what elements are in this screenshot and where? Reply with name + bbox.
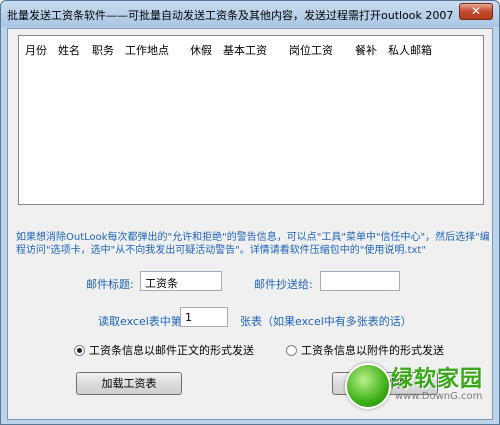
watermark-url: www.DownG.com — [395, 391, 483, 402]
radio-send-as-attachment-label: 工资条信息以附件的形式发送 — [301, 344, 444, 357]
outlook-warning-hint: 如果想消除OutLook每次都弹出的"允许和拒绝"的警告信息，可以点"工具"菜单… — [16, 232, 490, 256]
radio-send-as-attachment[interactable]: 工资条信息以附件的形式发送 — [286, 342, 444, 358]
radio-button-unselected[interactable] — [286, 344, 297, 356]
sheet-label-suffix: 张表（如果excel中有多张表的话） — [240, 315, 412, 328]
title-bar[interactable]: 批量发送工资条软件——可批量自动发送工资条及其他内容，发送过程需打开outloo… — [1, 1, 499, 27]
column-header-position[interactable]: 职务 — [92, 42, 114, 58]
column-header-base-salary[interactable]: 基本工资 — [223, 42, 267, 58]
salary-table[interactable]: 月份 姓名 职务 工作地点 休假 基本工资 岗位工资 餐补 私人邮箱 — [18, 35, 484, 205]
radio-send-as-body[interactable]: 工资条信息以邮件正文的形式发送 — [74, 342, 254, 358]
radio-send-as-body-label: 工资条信息以邮件正文的形式发送 — [89, 344, 254, 357]
brand-logo-icon — [345, 363, 391, 409]
window-title: 批量发送工资条软件——可批量自动发送工资条及其他内容，发送过程需打开outloo… — [7, 9, 454, 22]
close-button[interactable]: ✕ — [459, 3, 493, 20]
column-header-location[interactable]: 工作地点 — [125, 42, 169, 58]
watermark-brand: 绿软家园 — [391, 367, 484, 392]
main-window: 批量发送工资条软件——可批量自动发送工资条及其他内容，发送过程需打开outloo… — [0, 0, 500, 425]
subject-input[interactable]: 工资条 — [140, 271, 222, 291]
column-header-month[interactable]: 月份 — [25, 42, 47, 58]
column-header-email[interactable]: 私人邮箱 — [388, 42, 432, 58]
column-header-meal[interactable]: 餐补 — [355, 42, 377, 58]
column-header-position-salary[interactable]: 岗位工资 — [289, 42, 333, 58]
cc-input[interactable] — [320, 271, 400, 291]
column-header-leave[interactable]: 休假 — [190, 42, 212, 58]
column-header-name[interactable]: 姓名 — [58, 42, 80, 58]
sheet-number-input[interactable]: 1 — [180, 307, 228, 327]
site-watermark: 绿软家园 www.DownG.com — [339, 359, 499, 421]
load-salary-button[interactable]: 加载工资表 — [76, 372, 182, 395]
subject-label: 邮件标题: — [86, 278, 134, 291]
close-icon: ✕ — [470, 4, 482, 18]
table-header: 月份 姓名 职务 工作地点 休假 基本工资 岗位工资 餐补 私人邮箱 — [19, 36, 483, 58]
radio-button-selected[interactable] — [74, 344, 85, 356]
cc-label: 邮件抄送给: — [254, 278, 313, 291]
sheet-label-prefix: 读取excel表中第 — [98, 315, 182, 328]
